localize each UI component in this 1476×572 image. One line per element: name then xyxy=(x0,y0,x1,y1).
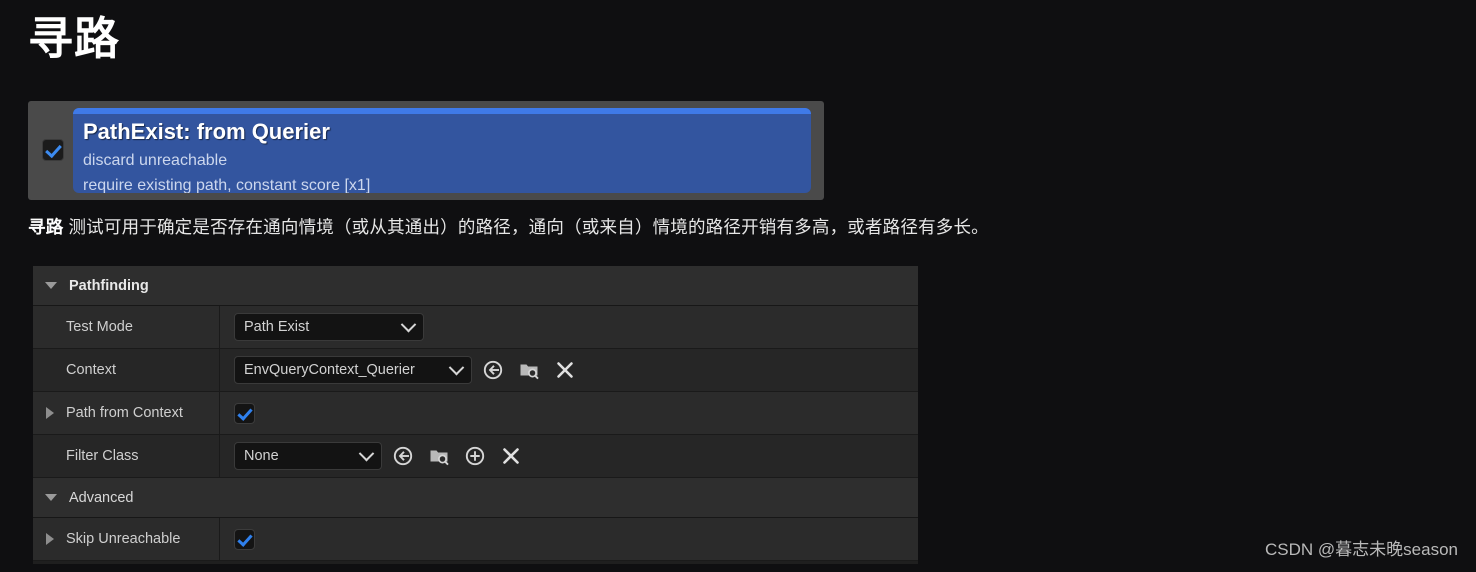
property-value-cell xyxy=(220,518,918,560)
node-title-bar xyxy=(73,108,811,114)
chevron-right-icon[interactable] xyxy=(46,407,54,419)
property-value-cell: Path Exist xyxy=(220,306,918,348)
node-subtitle-1: discard unreachable xyxy=(83,152,228,169)
check-icon xyxy=(45,140,62,159)
property-row-test-mode: Test Mode Path Exist xyxy=(33,306,918,349)
filter-class-dropdown[interactable]: None xyxy=(234,442,382,470)
use-selected-asset-icon[interactable] xyxy=(388,442,418,470)
description-text: 寻路 测试可用于确定是否存在通向情境（或从其通出）的路径，通向（或来自）情境的路… xyxy=(28,214,989,239)
property-name-cell: Test Mode xyxy=(33,306,220,348)
chevron-down-icon xyxy=(358,445,375,461)
check-icon xyxy=(237,404,253,421)
property-label: Test Mode xyxy=(66,319,133,335)
node-subtitle-2: require existing path, constant score [x… xyxy=(83,177,371,193)
property-value-cell: None xyxy=(220,435,918,477)
chevron-right-icon[interactable] xyxy=(46,533,54,545)
property-label: Filter Class xyxy=(66,448,139,464)
chevron-down-icon xyxy=(448,359,465,375)
eqs-test-node[interactable]: PathExist: from Querier discard unreacha… xyxy=(28,101,824,200)
description-body: 测试可用于确定是否存在通向情境（或从其通出）的路径，通向（或来自）情境的路径开销… xyxy=(63,217,989,237)
section-label: Pathfinding xyxy=(69,277,149,294)
watermark: CSDN @暮志未晚season xyxy=(1265,540,1458,559)
skip-unreachable-checkbox[interactable] xyxy=(234,528,255,550)
property-row-context: Context EnvQueryContext_Querier xyxy=(33,349,918,392)
dropdown-value: Path Exist xyxy=(244,319,310,335)
context-dropdown[interactable]: EnvQueryContext_Querier xyxy=(234,356,472,384)
property-label: Path from Context xyxy=(66,405,183,421)
property-name-cell[interactable]: Skip Unreachable xyxy=(33,518,220,560)
chevron-down-icon xyxy=(45,282,57,289)
section-header-pathfinding[interactable]: Pathfinding xyxy=(33,266,918,306)
chevron-down-icon xyxy=(45,494,57,501)
property-row-filter-class: Filter Class None xyxy=(33,435,918,478)
add-icon[interactable] xyxy=(460,442,490,470)
node-title: PathExist: from Querier xyxy=(83,119,330,144)
check-icon xyxy=(237,530,253,547)
details-panel: Pathfinding Test Mode Path Exist Context… xyxy=(33,266,918,564)
property-row-skip-unreachable: Skip Unreachable xyxy=(33,518,918,561)
property-name-cell: Context xyxy=(33,349,220,391)
property-row-path-from-context: Path from Context xyxy=(33,392,918,435)
property-label: Skip Unreachable xyxy=(66,531,181,547)
property-label: Context xyxy=(66,362,116,378)
node-body[interactable]: PathExist: from Querier discard unreacha… xyxy=(73,108,811,193)
description-lead: 寻路 xyxy=(28,217,64,237)
property-value-cell xyxy=(220,392,918,434)
path-from-context-checkbox[interactable] xyxy=(234,402,255,424)
browse-asset-icon[interactable] xyxy=(424,442,454,470)
chevron-down-icon xyxy=(400,316,417,332)
clear-icon[interactable] xyxy=(550,356,580,384)
dropdown-value: None xyxy=(244,448,279,464)
dropdown-value: EnvQueryContext_Querier xyxy=(244,362,415,378)
section-label: Advanced xyxy=(69,489,134,506)
section-header-advanced[interactable]: Advanced xyxy=(33,478,918,518)
property-value-cell: EnvQueryContext_Querier xyxy=(220,349,918,391)
use-selected-asset-icon[interactable] xyxy=(478,356,508,384)
clear-icon[interactable] xyxy=(496,442,526,470)
page-title: 寻路 xyxy=(28,13,121,64)
property-name-cell: Filter Class xyxy=(33,435,220,477)
property-name-cell[interactable]: Path from Context xyxy=(33,392,220,434)
test-mode-dropdown[interactable]: Path Exist xyxy=(234,313,424,341)
node-enable-checkbox[interactable] xyxy=(42,139,64,161)
browse-asset-icon[interactable] xyxy=(514,356,544,384)
